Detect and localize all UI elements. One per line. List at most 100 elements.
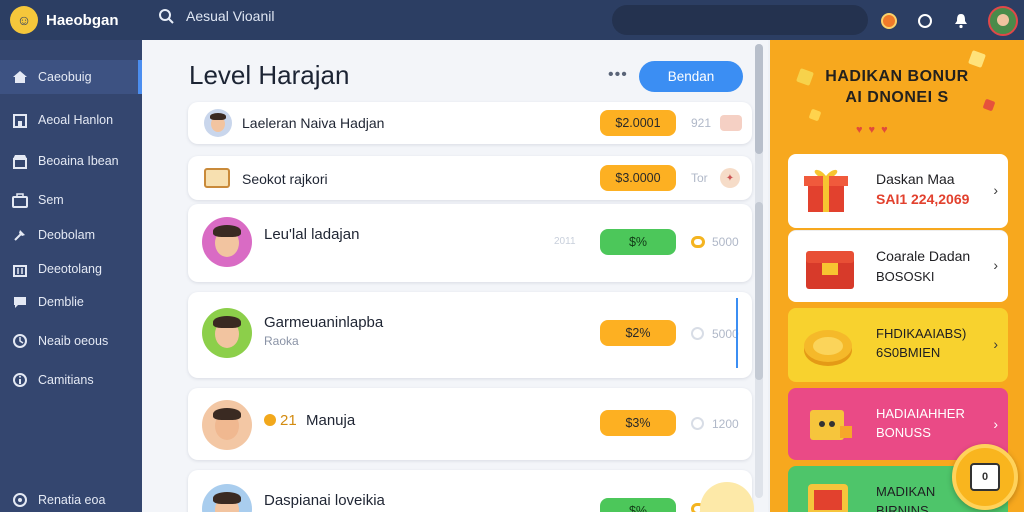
row-name: Manuja — [306, 412, 356, 429]
wallet-icon — [800, 474, 860, 512]
search-icon[interactable] — [158, 8, 174, 24]
sidebar-item-3[interactable]: Sem — [0, 183, 142, 217]
chevron-right-icon: › — [993, 336, 998, 352]
row-name: Garmeuaninlapba — [264, 314, 384, 331]
coin-icon[interactable] — [880, 12, 898, 30]
bell-icon[interactable] — [952, 12, 970, 30]
settings-icon — [12, 492, 28, 508]
coin-stack-icon — [800, 318, 858, 372]
side-value: 5000 — [712, 327, 739, 341]
bank-icon — [12, 261, 28, 277]
side-value: 5000 — [712, 235, 739, 249]
sidebar-item-label: Deeotolang — [38, 262, 102, 276]
row-name: Laeleran Naiva Hadjan — [242, 115, 385, 131]
sidebar-item-5[interactable]: Deeotolang — [0, 252, 142, 286]
amount-pill[interactable]: $% — [600, 229, 676, 255]
sidebar-item-9[interactable]: Renatia eoa — [0, 483, 142, 512]
building-icon — [12, 112, 28, 128]
sidebar-item-8[interactable]: Camitians — [0, 363, 142, 397]
highlight-circle — [700, 482, 754, 512]
sidebar-item-label: Camitians — [38, 373, 94, 387]
hearts-icon: ♥♥♥ — [856, 124, 894, 136]
sidebar-item-6[interactable]: Demblie — [0, 285, 142, 319]
avatar — [204, 109, 232, 137]
scroll-thumb-secondary[interactable] — [755, 202, 763, 380]
confetti-icon — [808, 108, 822, 122]
avatar — [202, 217, 252, 267]
promo-card-line1: FHDIKAAIABS) — [876, 326, 967, 341]
treasure-box-icon — [800, 241, 860, 293]
ticket-icon[interactable] — [720, 115, 742, 131]
sidebar-item-4[interactable]: Deobolam — [0, 218, 142, 252]
side-value: 1200 — [712, 417, 739, 431]
promo-panel: HADIKAN BONUR AI DNONEI S ♥♥♥ Daskan Maa… — [770, 40, 1024, 512]
sidebar-item-label: Aeoal Hanlon — [38, 113, 114, 127]
main-panel: Level Harajan ••• Bendan Laeleran Naiva … — [142, 40, 768, 512]
clock-icon — [12, 333, 28, 349]
list-row[interactable]: Seokot rajkori $3.0000 Tor ✦ — [188, 156, 752, 200]
row-name: Daspianai loveikia — [264, 492, 385, 509]
home-icon — [12, 69, 28, 85]
user-avatar[interactable] — [988, 6, 1018, 36]
promo-card-line2: BIRNINS — [876, 503, 929, 512]
scroll-thumb[interactable] — [755, 44, 763, 154]
amount-pill[interactable]: $2.0001 — [600, 110, 676, 136]
promo-card-line1: Coarale Dadan — [876, 248, 971, 264]
sidebar-item-label: Sem — [38, 193, 64, 207]
promo-card-line2: SAI1 224,2069 — [876, 191, 970, 207]
amount-pill[interactable]: $3.0000 — [600, 165, 676, 191]
amount-pill[interactable]: $% — [600, 498, 676, 512]
list-row[interactable]: Daspianai loveikia $% — [188, 470, 754, 512]
amount-pill[interactable]: $2% — [600, 320, 676, 346]
store-icon — [12, 153, 28, 169]
chat-icon — [12, 294, 28, 310]
sidebar-item-1[interactable]: Aeoal Hanlon — [0, 103, 142, 137]
gift-box-icon — [800, 398, 860, 450]
sidebar-item-0[interactable]: Caeobuig — [0, 60, 142, 94]
list-row[interactable]: Laeleran Naiva Hadjan $2.0001 921 — [188, 102, 752, 144]
promo-card-line1: HADIAIAHHER — [876, 406, 965, 421]
sidebar: Caeobuig Aeoal Hanlon Beoaina Ibean Sem … — [0, 40, 142, 512]
chevron-right-icon: › — [993, 257, 998, 273]
side-label: 2011 — [554, 236, 576, 247]
promo-card-line2: 6S0BMIEN — [876, 345, 941, 360]
row-badge: 21 — [280, 412, 297, 429]
clock-icon — [691, 327, 704, 340]
promo-card[interactable]: Coarale Dadan BOSOSKI › — [788, 230, 1008, 302]
promo-card[interactable]: Daskan Maa SAI1 224,2069 › — [788, 154, 1008, 228]
list-row[interactable]: 21 Manuja $3% 1200 — [188, 388, 752, 460]
chevron-right-icon: › — [993, 182, 998, 198]
primary-button[interactable]: Bendan — [639, 61, 743, 92]
side-value: Tor — [691, 171, 708, 185]
more-options-icon[interactable]: ••• — [608, 66, 628, 84]
main-scrollbar[interactable] — [755, 44, 763, 498]
promo-card-line1: MADIKAN — [876, 484, 936, 499]
brand-name: Haeobgan — [46, 11, 119, 29]
chevron-right-icon: › — [993, 416, 998, 432]
drag-handle[interactable] — [736, 298, 738, 368]
briefcase-icon — [12, 192, 28, 208]
coin-icon — [691, 236, 705, 248]
sidebar-item-label: Beoaina Ibean — [38, 154, 119, 168]
badge-icon[interactable]: ✦ — [720, 168, 740, 188]
row-name: Seokot rajkori — [242, 171, 328, 187]
brand[interactable]: ☺ Haeobgan — [0, 0, 142, 40]
top-icons — [880, 6, 1018, 36]
list-row[interactable]: Leu'lal ladajan 2011 $% 5000 — [188, 204, 752, 282]
pin-icon — [12, 227, 28, 243]
amount-pill[interactable]: $3% — [600, 410, 676, 436]
gift-icon — [800, 164, 852, 214]
list-row[interactable]: Garmeuaninlapba Raoka $2% 5000 — [188, 292, 752, 378]
promo-card[interactable]: FHDIKAAIABS) 6S0BMIEN › — [788, 308, 1008, 382]
sidebar-item-label: Deobolam — [38, 228, 95, 242]
promo-title-line1: HADIKAN BONUR — [825, 68, 969, 85]
circle-icon[interactable] — [916, 12, 934, 30]
sidebar-item-7[interactable]: Neaib oeous — [0, 324, 142, 358]
top-search-field[interactable] — [612, 5, 868, 35]
search-text[interactable]: Aesual Vioanil — [186, 8, 274, 24]
sidebar-item-2[interactable]: Beoaina Ibean — [0, 144, 142, 178]
calendar-icon — [204, 168, 230, 188]
promo-title: HADIKAN BONUR AI DNONEI S — [770, 66, 1024, 108]
floating-action-button[interactable]: 0 — [952, 444, 1018, 510]
search-bar[interactable]: Aesual Vioanil — [158, 8, 274, 24]
